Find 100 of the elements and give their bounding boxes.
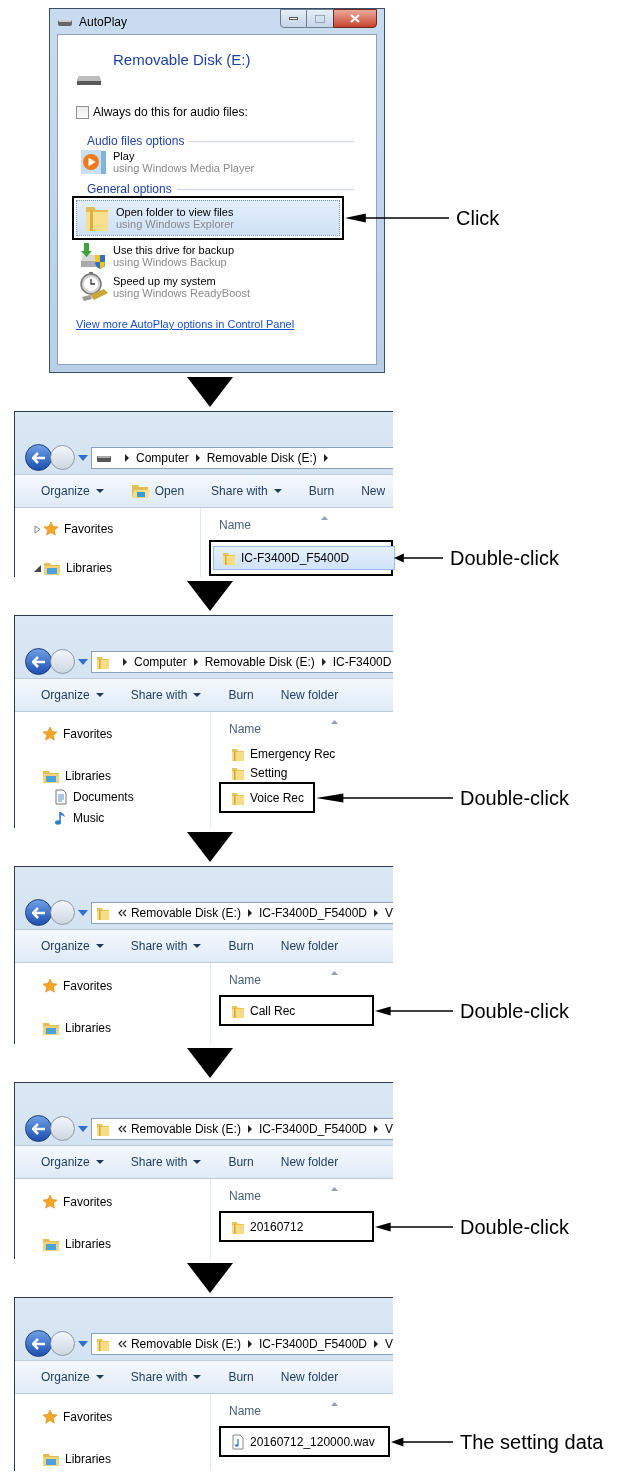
toolbar-button[interactable]: Organize: [41, 937, 104, 955]
back-button[interactable]: [25, 1115, 52, 1142]
back-button[interactable]: [25, 899, 52, 926]
nav-label: Libraries: [65, 1450, 112, 1468]
option-title: Use this drive for backup: [113, 243, 235, 256]
toolbar-button[interactable]: Burn: [308, 482, 335, 500]
autoplay-option[interactable]: Play using Windows Media Player: [76, 148, 354, 176]
dropdown-caret-icon: [273, 488, 282, 494]
breadcrumb-arrow-icon: [121, 657, 129, 667]
column-header[interactable]: Name: [229, 720, 261, 738]
address-bar[interactable]: Removable Disk (E:) IC-F3400D_F5400D V: [91, 1333, 393, 1355]
breadcrumb-item[interactable]: V: [385, 904, 393, 922]
back-button[interactable]: [25, 444, 52, 471]
breadcrumb-item[interactable]: V: [385, 1335, 393, 1353]
toolbar-button[interactable]: Share with: [130, 937, 202, 955]
toolbar-button[interactable]: Organize: [41, 686, 104, 704]
file-item[interactable]: Call Rec: [223, 1001, 368, 1020]
breadcrumb-item[interactable]: Removable Disk (E:): [130, 1120, 241, 1138]
nav-item[interactable]: Favorites: [15, 724, 210, 745]
libraries-folder-icon: [43, 560, 61, 576]
dropdown-caret-icon: [95, 1374, 104, 1380]
toolbar-button[interactable]: Share with: [211, 482, 282, 500]
breadcrumb-item[interactable]: V: [385, 1120, 393, 1138]
breadcrumb-item[interactable]: Removable Disk (E:): [130, 904, 241, 922]
nav-item[interactable]: Favorites: [15, 975, 210, 996]
breadcrumb-arrow-icon: [372, 1339, 380, 1349]
toolbar-button[interactable]: Burn: [228, 1153, 254, 1171]
maximize-button[interactable]: [307, 9, 333, 28]
nav-label: Libraries: [65, 1019, 112, 1037]
back-arrow-icon: [31, 451, 46, 464]
breadcrumb-item[interactable]: Computer: [134, 653, 187, 671]
control-panel-link[interactable]: View more AutoPlay options in Control Panel: [76, 316, 354, 333]
address-bar[interactable]: Computer Removable Disk (E:): [91, 447, 393, 469]
option-title: Speed up my system: [113, 274, 217, 287]
close-button[interactable]: [333, 9, 377, 28]
nav-item[interactable]: Favorites: [15, 1406, 210, 1427]
autoplay-option[interactable]: Open folder to view files using Windows Explorer: [76, 200, 340, 236]
column-header[interactable]: Name: [219, 516, 251, 534]
toolbar-button[interactable]: Burn: [228, 937, 254, 955]
nav-label: Favorites: [63, 726, 113, 744]
file-item[interactable]: Voice Rec: [223, 788, 309, 807]
toolbar-button[interactable]: Open: [130, 482, 185, 500]
nav-item[interactable]: Libraries: [15, 1017, 210, 1038]
column-header[interactable]: Name: [229, 971, 261, 989]
down-arrow-icon: [187, 581, 233, 611]
nav-item[interactable]: Libraries: [15, 765, 210, 787]
nav-item[interactable]: Libraries: [15, 1233, 210, 1254]
file-item[interactable]: 20160712_120000.wav: [223, 1432, 384, 1451]
toolbar-button[interactable]: Burn: [228, 1368, 254, 1386]
file-name: Emergency Rec: [250, 745, 336, 763]
breadcrumb-item[interactable]: Computer: [136, 449, 189, 467]
checkbox[interactable]: [76, 105, 89, 119]
nav-item[interactable]: Libraries: [15, 1448, 210, 1469]
breadcrumb-item[interactable]: Removable Disk (E:): [204, 653, 315, 671]
breadcrumb-item[interactable]: IC-F3400D_F5400D: [258, 1335, 367, 1353]
column-header[interactable]: Name: [229, 1402, 261, 1420]
file-item[interactable]: 20160712: [223, 1217, 368, 1236]
toolbar-button[interactable]: New folder: [280, 1153, 339, 1171]
toolbar-button[interactable]: Share with: [130, 1153, 202, 1171]
toolbar-button[interactable]: New folder: [280, 1368, 339, 1386]
breadcrumb-item[interactable]: Removable Disk (E:): [206, 449, 317, 467]
toolbar-button[interactable]: Organize: [41, 482, 104, 500]
minimize-button[interactable]: [280, 9, 307, 28]
toolbar-button[interactable]: New folder: [280, 937, 339, 955]
nav-item[interactable]: Favorites: [15, 1191, 210, 1212]
address-bar[interactable]: Removable Disk (E:) IC-F3400D_F5400D V: [91, 1118, 393, 1140]
breadcrumb-item[interactable]: IC-F3400D_F5400D: [258, 904, 367, 922]
toolbar-button[interactable]: Share with: [130, 686, 202, 704]
toolbar-button[interactable]: Share with: [130, 1368, 202, 1386]
dropdown-caret-icon: [95, 1159, 104, 1165]
nav-label: Music: [73, 809, 105, 827]
breadcrumb-item[interactable]: IC-F3400D: [332, 653, 392, 671]
dropdown-caret-icon: [193, 692, 202, 698]
file-item[interactable]: Emergency Rec: [221, 744, 393, 763]
toolbar-button[interactable]: New: [361, 482, 386, 500]
nav-item[interactable]: Favorites: [15, 520, 200, 538]
toolbar-button[interactable]: Organize: [41, 1153, 104, 1171]
toolbar-button[interactable]: New folder: [280, 686, 339, 704]
file-item[interactable]: IC-F3400D_F5400D: [213, 546, 395, 570]
autoplay-option[interactable]: Speed up my system using Windows ReadyBoost: [76, 271, 354, 302]
nav-item[interactable]: Documents: [15, 786, 210, 808]
nav-label: Favorites: [64, 521, 114, 538]
autoplay-option[interactable]: Use this drive for backup using Windows Backup: [76, 240, 354, 271]
nav-item[interactable]: Music: [15, 807, 210, 828]
folder-icon: [96, 1336, 110, 1352]
file-item[interactable]: Setting: [221, 763, 393, 782]
breadcrumb-item[interactable]: IC-F3400D_F5400D: [258, 1120, 367, 1138]
address-bar[interactable]: Removable Disk (E:) IC-F3400D_F5400D V: [91, 902, 393, 924]
breadcrumb-item[interactable]: Removable Disk (E:): [130, 1335, 241, 1353]
toolbar-button[interactable]: Burn: [228, 686, 254, 704]
back-button[interactable]: [25, 1330, 52, 1357]
address-bar[interactable]: Computer Removable Disk (E:) IC-F3400D: [91, 651, 393, 673]
toolbar-button[interactable]: Organize: [41, 1368, 104, 1386]
back-button[interactable]: [25, 648, 52, 675]
star-icon: [42, 977, 58, 994]
nav-item[interactable]: Libraries: [15, 559, 200, 577]
column-header[interactable]: Name: [229, 1187, 261, 1205]
folder-icon: [96, 905, 110, 921]
double-chevron-icon: [116, 1340, 127, 1348]
nav-label: Favorites: [63, 977, 113, 995]
